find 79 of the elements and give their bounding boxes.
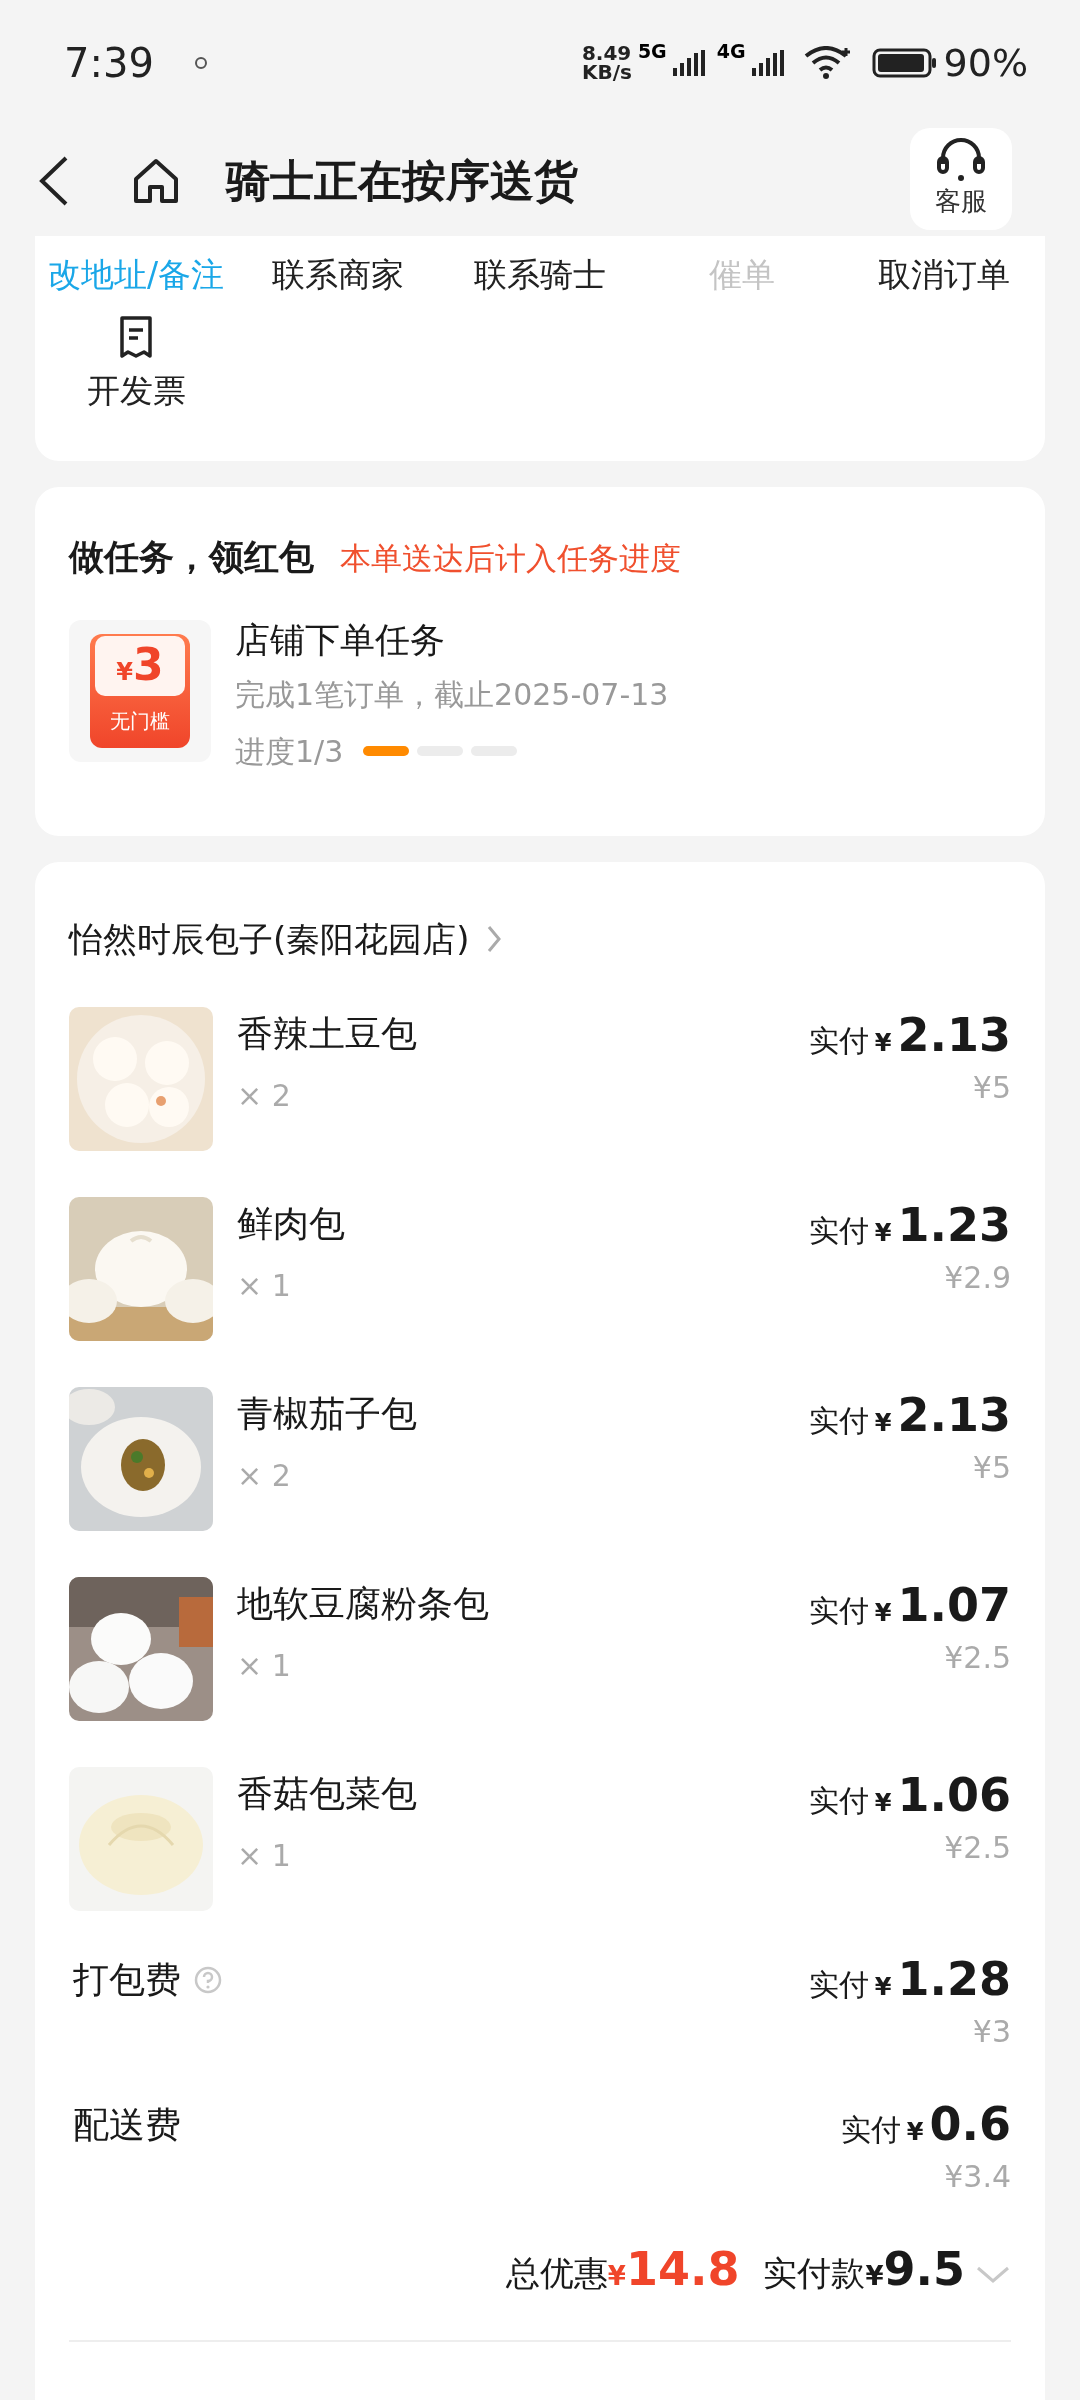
paid-label: 实付 <box>808 1965 869 2004</box>
original-price: ¥2.5 <box>944 1828 1011 1867</box>
item-name: 香辣土豆包 <box>237 1011 417 1056</box>
total-paid-amount: 9.5 <box>883 2240 965 2298</box>
signal-icon <box>751 50 784 76</box>
coupon-amount: 3 <box>133 637 164 692</box>
currency-symbol: ¥ <box>874 1971 892 2003</box>
currency-symbol: ¥ <box>607 2260 626 2293</box>
paid-price: 2.13 <box>897 1388 1011 1441</box>
paid-price: 1.06 <box>897 1768 1011 1821</box>
network-speed-unit: KB/s <box>581 63 632 82</box>
wifi-icon <box>803 46 852 80</box>
paid-price: 0.6 <box>929 2097 1011 2150</box>
currency-symbol: ¥ <box>906 2116 924 2148</box>
status-dot-icon <box>193 56 208 70</box>
paid-label: 实付 <box>808 1021 869 1060</box>
item-quantity: × 2 <box>237 1456 292 1495</box>
currency-symbol: ¥ <box>865 2259 884 2293</box>
paid-label: 实付 <box>808 1401 869 1440</box>
discount-label: 总优惠 <box>505 2251 608 2295</box>
battery-level: 90% <box>943 39 1028 87</box>
task-title: 店铺下单任务 <box>235 619 446 660</box>
chevron-right-icon[interactable] <box>485 924 502 954</box>
original-price: ¥2.5 <box>944 1638 1011 1677</box>
paid-label: 实付 <box>808 1781 869 1820</box>
fee-name: 打包费 <box>73 1957 181 2002</box>
progress-text: 进度1/3 <box>235 732 344 771</box>
coupon-currency: ¥ <box>116 657 134 688</box>
original-price: ¥3 <box>972 2012 1011 2051</box>
currency-symbol: ¥ <box>874 1217 892 1249</box>
item-quantity: × 2 <box>237 1076 292 1115</box>
customer-service-button[interactable]: 客服 <box>910 128 1012 230</box>
store-name[interactable]: 怡然时辰包子(秦阳花园店) <box>69 913 470 965</box>
original-price: ¥5 <box>972 1068 1011 1107</box>
item-name: 鲜肉包 <box>237 1201 345 1246</box>
paid-price: 1.07 <box>897 1578 1011 1631</box>
currency-symbol: ¥ <box>874 1597 892 1629</box>
paid-price: 1.23 <box>897 1198 1011 1251</box>
receipt-icon <box>118 313 154 360</box>
page-title: 骑士正在按序送货 <box>226 154 578 208</box>
task-note: 本单送达后计入任务进度 <box>340 539 681 578</box>
item-name: 地软豆腐粉条包 <box>237 1581 489 1626</box>
original-price: ¥3.4 <box>944 2157 1011 2196</box>
section-title: 做任务，领红包 <box>69 536 314 579</box>
home-icon[interactable] <box>132 157 180 205</box>
signal-icon <box>672 50 705 76</box>
invoice-button[interactable]: 开发票 <box>35 313 237 415</box>
network-type: 4G <box>716 38 746 64</box>
paid-price: 2.13 <box>897 1008 1011 1061</box>
item-name: 香菇包菜包 <box>237 1771 417 1816</box>
original-price: ¥5 <box>972 1448 1011 1487</box>
help-icon[interactable] <box>193 1964 223 1995</box>
action-button[interactable]: 联系骑士 <box>439 250 641 300</box>
fee-name: 配送费 <box>73 2102 181 2147</box>
item-quantity: × 1 <box>237 1266 292 1305</box>
action-button[interactable]: 取消订单 <box>843 250 1045 300</box>
currency-symbol: ¥ <box>874 1027 892 1059</box>
status-time: 7:39 <box>64 39 154 88</box>
paid-price: 1.28 <box>897 1952 1011 2005</box>
network-speed: 8.49 <box>581 44 632 63</box>
paid-label: 实付 <box>808 1211 869 1250</box>
discount-amount: 14.8 <box>625 2240 740 2298</box>
coupon-label: 无门槛 <box>110 707 170 735</box>
currency-symbol: ¥ <box>874 1407 892 1439</box>
currency-symbol: ¥ <box>874 1787 892 1819</box>
paid-label: 实付 <box>840 2110 901 2149</box>
chevron-down-icon[interactable] <box>975 2264 1011 2285</box>
item-name: 青椒茄子包 <box>237 1391 417 1436</box>
action-button[interactable]: 联系商家 <box>237 250 439 300</box>
paid-label: 实付 <box>808 1591 869 1630</box>
battery-icon <box>871 48 938 78</box>
total-paid-label: 实付款 <box>763 2251 866 2295</box>
action-button: 催单 <box>641 250 843 300</box>
task-description: 完成1笔订单，截止2025-07-13 <box>235 675 669 714</box>
item-quantity: × 1 <box>237 1646 292 1685</box>
item-quantity: × 1 <box>237 1836 292 1875</box>
original-price: ¥2.9 <box>944 1258 1011 1297</box>
network-type: 5G <box>637 38 667 64</box>
headset-icon <box>935 137 987 182</box>
